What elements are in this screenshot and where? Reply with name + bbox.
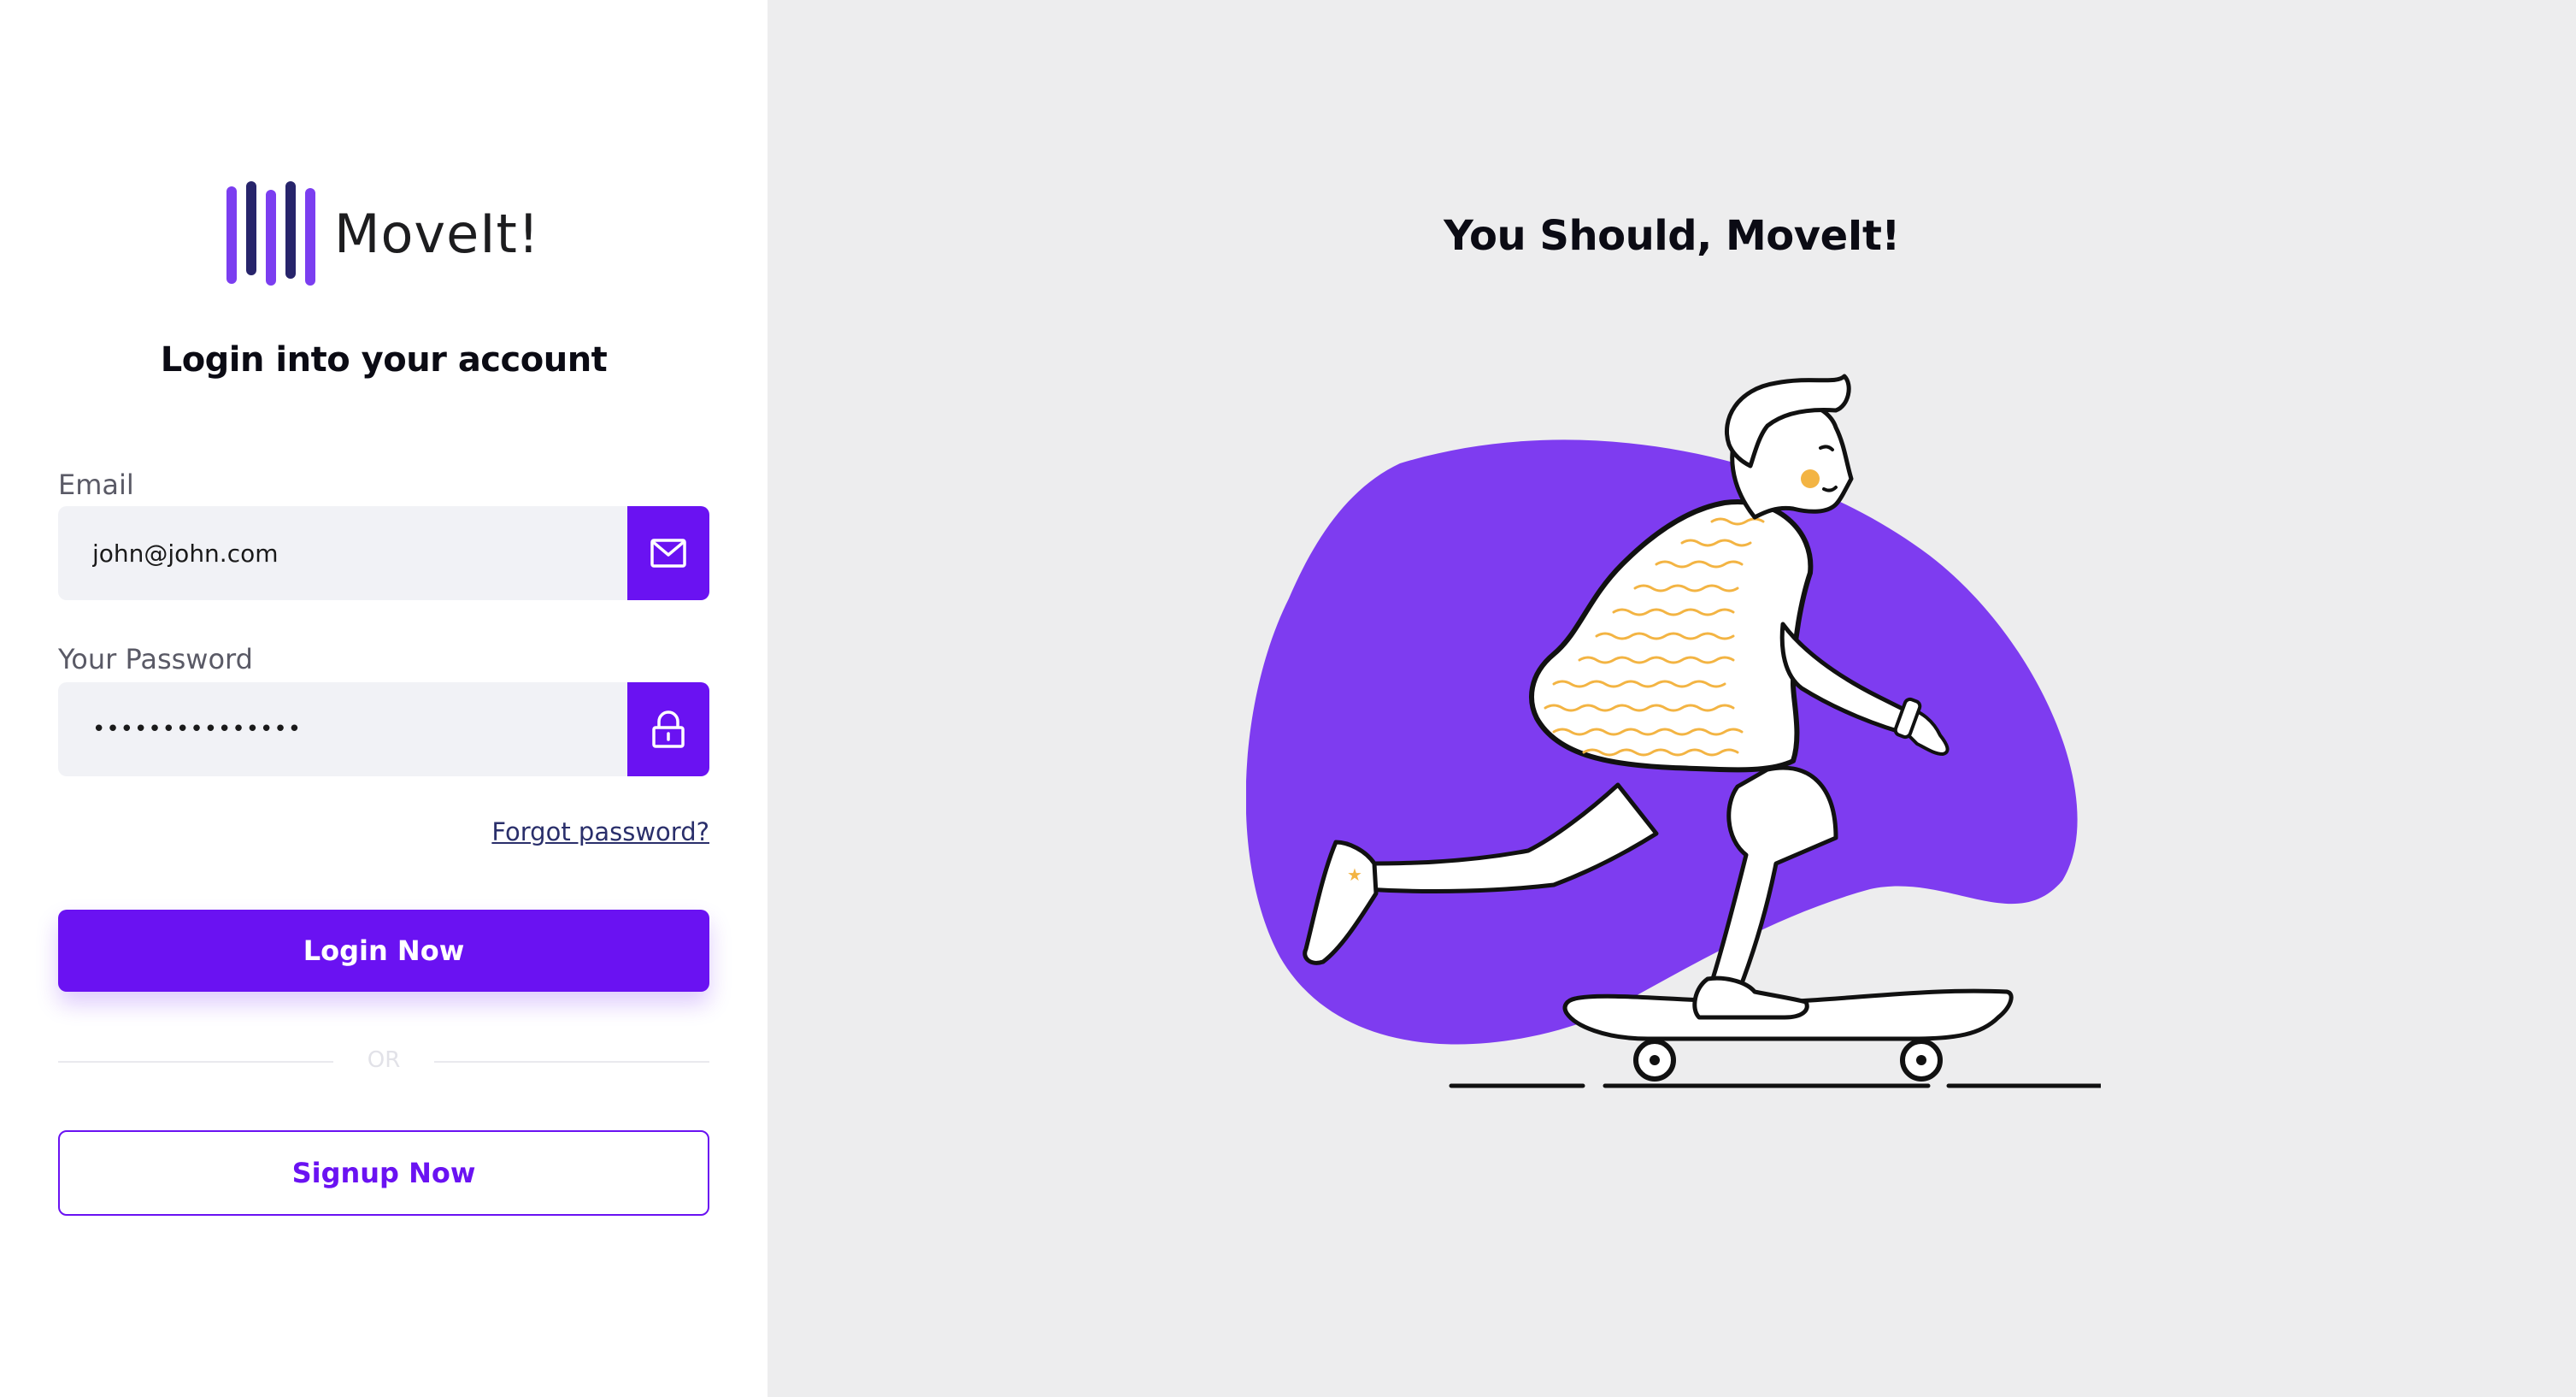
logo-bar [246,181,256,275]
divider-line-right [434,1061,709,1063]
logo-bar [285,181,296,279]
email-field [58,506,709,600]
forgot-password-link[interactable]: Forgot password? [491,817,709,846]
brand-logo: MoveIt! [226,181,540,286]
front-shoe [1692,976,1809,1020]
email-input[interactable] [58,506,627,600]
skateboarder-illustration: ★ [1246,374,2101,1088]
cheek-icon [1801,469,1820,488]
logo-mark-icon [226,181,315,286]
skateboard-wheel [1916,1055,1926,1065]
login-panel: MoveIt! Login into your account Email Yo… [0,0,768,1397]
star-icon: ★ [1347,864,1362,885]
email-label: Email [58,469,134,501]
password-input[interactable] [58,682,627,776]
lock-icon [652,710,685,748]
brand-name: MoveIt! [334,202,540,265]
logo-bar [226,186,237,284]
password-label: Your Password [58,643,253,675]
hero-panel: You Should, MoveIt! ★ [768,0,2576,1397]
email-icon-button [627,506,709,600]
login-heading: Login into your account [160,340,608,380]
hero-title: You Should, MoveIt! [1444,212,1900,260]
logo-bar [305,188,315,286]
password-icon-button [627,682,709,776]
divider-or: OR [367,1047,401,1073]
login-button[interactable]: Login Now [58,910,709,992]
logo-bar [266,190,276,286]
signup-button[interactable]: Signup Now [58,1130,709,1216]
login-page: MoveIt! Login into your account Email Yo… [0,0,2576,1397]
skateboard-wheel [1650,1055,1660,1065]
mail-icon [650,539,686,568]
password-field [58,682,709,776]
